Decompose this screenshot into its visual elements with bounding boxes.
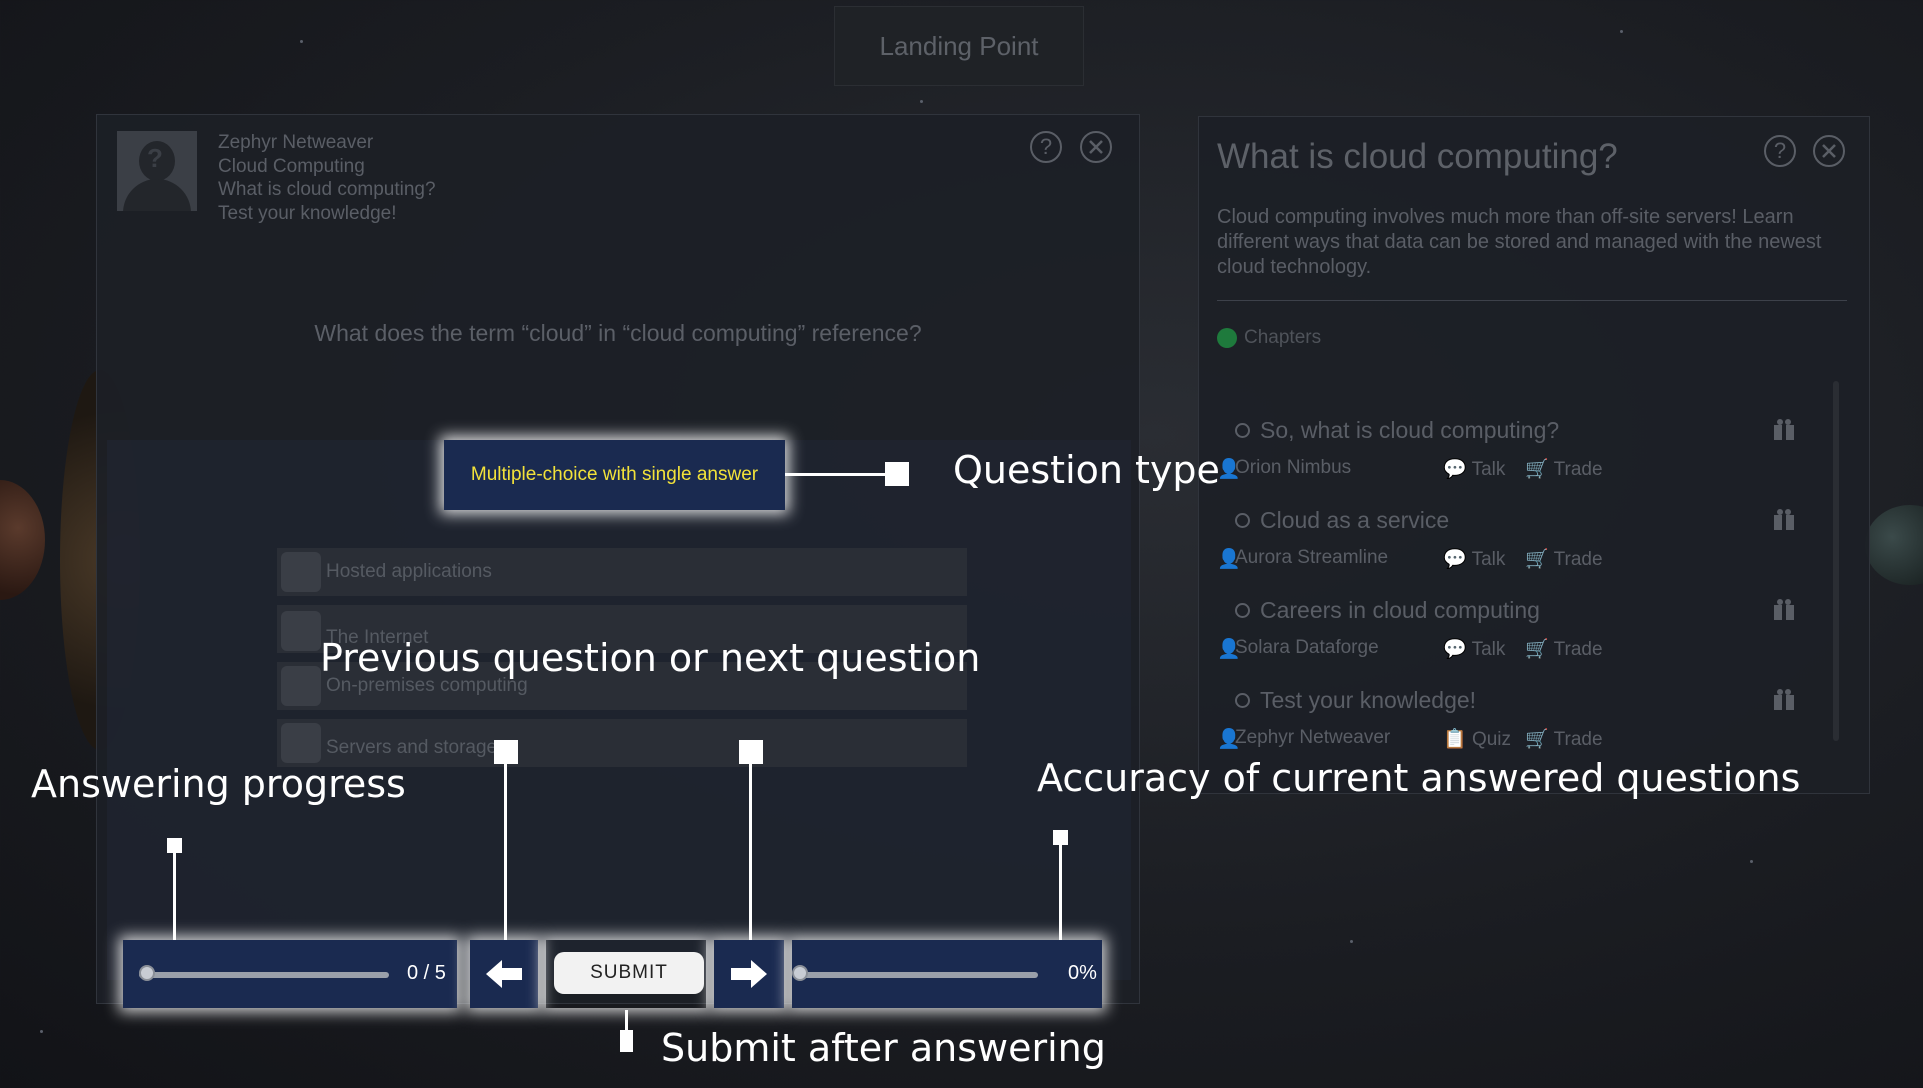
star [300, 40, 303, 43]
gift-icon [1774, 509, 1794, 530]
divider [1217, 300, 1847, 301]
help-button[interactable]: ? [1030, 131, 1062, 163]
npc-name: Zephyr Netweaver [1235, 727, 1391, 748]
npc-name: Aurora Streamline [1235, 547, 1389, 568]
callout-marker [885, 462, 909, 486]
question-text: What does the term “cloud” in “cloud com… [314, 320, 922, 346]
callout-marker [494, 740, 518, 764]
planet-decoration [1865, 505, 1923, 585]
checkbox[interactable] [281, 723, 321, 763]
callout-progress: Answering progress [31, 762, 406, 806]
previous-question-button[interactable] [470, 940, 538, 1008]
chapter-item[interactable]: Cloud as a service 👤 Aurora Streamline 💬… [1217, 507, 1815, 595]
status-circle-icon [1235, 423, 1250, 438]
info-panel: What is cloud computing? ? Cloud computi… [1198, 116, 1870, 794]
star [1750, 860, 1753, 863]
answers-area: Hosted applications The Internet On-prem… [107, 440, 1131, 980]
talk-action[interactable]: 💬 Talk [1443, 547, 1505, 571]
quiz-action[interactable]: 📋 Quiz [1443, 727, 1511, 751]
callout-accuracy: Accuracy of current answered questions [1037, 756, 1801, 800]
avatar: ? [117, 131, 197, 211]
talk-action[interactable]: 💬 Talk [1443, 637, 1505, 661]
trade-action[interactable]: 🛒 Trade [1525, 457, 1603, 481]
topic-description: Cloud computing involves much more than … [1217, 206, 1822, 278]
callout-line [173, 852, 176, 940]
answer-option[interactable]: Servers and storage [277, 719, 967, 767]
status-circle-icon [1235, 603, 1250, 618]
checkbox[interactable] [281, 611, 321, 651]
location-tab[interactable]: Landing Point [834, 6, 1084, 86]
close-icon [1089, 140, 1103, 154]
chapters-icon [1217, 328, 1237, 348]
close-button[interactable] [1813, 135, 1845, 167]
trade-action[interactable]: 🛒 Trade [1525, 637, 1603, 661]
star [920, 100, 923, 103]
chapters-header: Chapters [1217, 327, 1321, 349]
talk-action[interactable]: 💬 Talk [1443, 457, 1505, 481]
quiz-header: Zephyr Netweaver Cloud Computing What is… [218, 131, 436, 225]
accuracy-knob [792, 965, 808, 981]
checkbox[interactable] [281, 666, 321, 706]
accuracy-bar: 0% [792, 940, 1102, 1008]
gift-icon [1774, 599, 1794, 620]
callout-line [785, 473, 885, 476]
callout-marker [620, 1030, 633, 1052]
callout-marker [739, 740, 763, 764]
submit-area: SUBMIT [546, 940, 706, 1008]
chapter-item[interactable]: So, what is cloud computing? 👤 Orion Nim… [1217, 417, 1815, 505]
progress-track [139, 972, 389, 978]
progress-bar: 0 / 5 [123, 940, 457, 1008]
gift-icon [1774, 419, 1794, 440]
progress-knob [139, 965, 155, 981]
checkbox[interactable] [281, 552, 321, 592]
help-icon: ? [1039, 134, 1053, 159]
callout-line [625, 1010, 628, 1030]
topic-title: What is cloud computing? [1217, 137, 1618, 176]
npc-name: Solara Dataforge [1235, 637, 1379, 658]
close-icon [1822, 144, 1836, 158]
gift-icon [1774, 689, 1794, 710]
status-circle-icon [1235, 693, 1250, 708]
progress-text: 0 / 5 [407, 962, 446, 984]
question-type-badge: Multiple-choice with single answer [444, 440, 785, 510]
callout-submit: Submit after answering [661, 1026, 1106, 1070]
topic-name: What is cloud computing? [218, 179, 436, 200]
star [40, 1030, 43, 1033]
callout-marker [1053, 830, 1068, 845]
star [1620, 30, 1623, 33]
planet-decoration [0, 480, 45, 600]
quiz-panel: ? Zephyr Netweaver Cloud Computing What … [96, 114, 1140, 1004]
submit-button[interactable]: SUBMIT [554, 952, 704, 994]
help-icon: ? [1773, 138, 1787, 163]
arrow-left-icon [486, 960, 522, 988]
callout-prev-next: Previous question or next question [320, 636, 981, 680]
close-button[interactable] [1080, 131, 1112, 163]
npc-name: Orion Nimbus [1235, 457, 1352, 478]
course-name: Cloud Computing [218, 155, 365, 177]
answer-option[interactable]: Hosted applications [277, 548, 967, 596]
chapters-scrollbar[interactable] [1833, 381, 1839, 741]
npc-name: Zephyr Netweaver [218, 132, 374, 153]
accuracy-track [798, 972, 1038, 978]
callout-line [1059, 844, 1062, 940]
trade-action[interactable]: 🛒 Trade [1525, 547, 1603, 571]
next-question-button[interactable] [714, 940, 784, 1008]
accuracy-text: 0% [1068, 962, 1097, 984]
callout-line [749, 762, 752, 940]
arrow-right-icon [731, 960, 767, 988]
chapter-name: Test your knowledge! [218, 202, 397, 224]
trade-action[interactable]: 🛒 Trade [1525, 727, 1603, 751]
callout-line [504, 762, 507, 940]
callout-question-type: Question type [953, 448, 1220, 492]
chapter-item[interactable]: Careers in cloud computing 👤 Solara Data… [1217, 597, 1815, 685]
help-button[interactable]: ? [1764, 135, 1796, 167]
star [1350, 940, 1353, 943]
callout-marker [167, 838, 182, 853]
status-circle-icon [1235, 513, 1250, 528]
